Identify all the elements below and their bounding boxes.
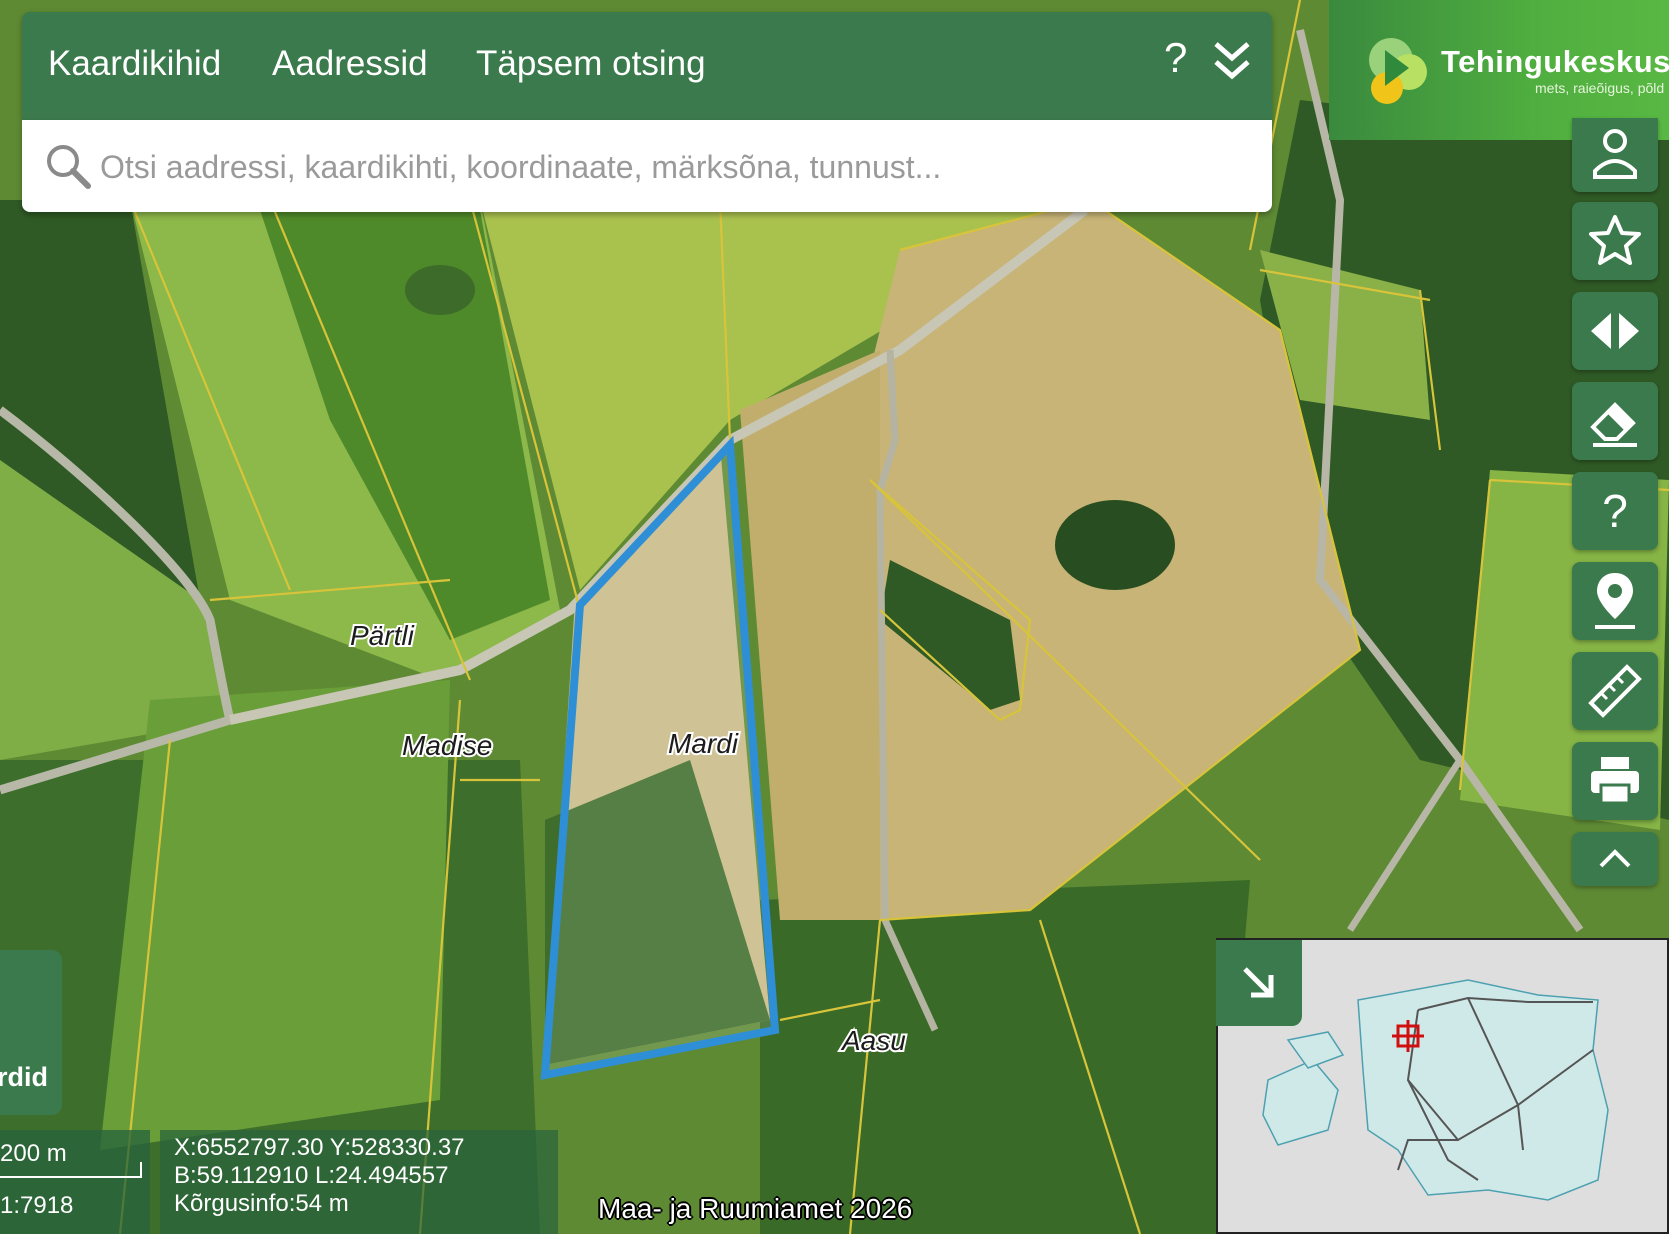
brand-subtitle: mets, raieõigus, põld (1535, 80, 1665, 96)
logo-mark-icon (1369, 38, 1427, 104)
left-panel-label: ardid (0, 1062, 49, 1092)
scale-box: 200 m 1:7918 (0, 1130, 150, 1234)
arrow-down-right-icon (1243, 967, 1274, 998)
search-icon (44, 142, 92, 195)
scale-bar (0, 1162, 142, 1178)
overview-toggle-button[interactable] (1216, 940, 1302, 1026)
place-label-partli: Pärtli (350, 620, 415, 651)
forest-area (760, 880, 1250, 1234)
user-button[interactable] (1572, 118, 1658, 192)
coordinates-xy: X:6552797.30 Y:528330.37 (174, 1134, 465, 1161)
brand-title: Tehingukeskus (1441, 44, 1669, 79)
map-attribution: Maa- ja Ruumiamet 2026 (598, 1193, 913, 1224)
ruler-icon (1588, 664, 1642, 718)
place-label-aasu: Aasu (840, 1025, 906, 1056)
current-location-marker-icon (1392, 1020, 1424, 1052)
print-icon (1591, 757, 1639, 805)
location-pin-icon (1595, 573, 1635, 629)
measure-button[interactable] (1572, 652, 1658, 730)
tree-patch (1055, 500, 1175, 590)
star-icon (1589, 215, 1641, 265)
scale-ratio: 1:7918 (0, 1192, 74, 1219)
print-button[interactable] (1572, 742, 1658, 820)
coordinates-bl: B:59.112910 L:24.494557 (174, 1162, 449, 1189)
coordinates-box: X:6552797.30 Y:528330.37 B:59.112910 L:2… (160, 1130, 558, 1234)
search-input[interactable] (98, 138, 1252, 196)
eraser-button[interactable] (1572, 382, 1658, 460)
tab-addresses[interactable]: Aadressid (272, 44, 428, 84)
help-button[interactable]: ? (1572, 472, 1658, 550)
tree-patch (405, 265, 475, 315)
question-icon[interactable]: ? (1164, 34, 1187, 82)
place-label-madise: Madise (402, 730, 492, 761)
help-icon: ? (1602, 485, 1628, 537)
tab-advanced-search[interactable]: Täpsem otsing (476, 44, 706, 84)
top-toolbar: Kaardikihid Aadressid Täpsem otsing ? (22, 12, 1272, 120)
left-side-panel[interactable]: ardid (0, 950, 62, 1115)
tab-map-layers[interactable]: Kaardikihid (48, 44, 221, 84)
double-chevron-down-icon[interactable] (1212, 38, 1252, 92)
compare-button[interactable] (1572, 292, 1658, 370)
user-icon (1593, 129, 1637, 179)
search-bar (22, 120, 1272, 212)
height-info: Kõrgusinfo:54 m (174, 1190, 349, 1217)
favorites-button[interactable] (1572, 202, 1658, 280)
compare-icon (1591, 313, 1639, 349)
collapse-tools-button[interactable] (1572, 832, 1658, 886)
chevron-up-icon (1599, 849, 1631, 868)
location-button[interactable] (1572, 562, 1658, 640)
place-label-mardi: Mardi (668, 728, 739, 759)
eraser-icon (1590, 402, 1637, 447)
